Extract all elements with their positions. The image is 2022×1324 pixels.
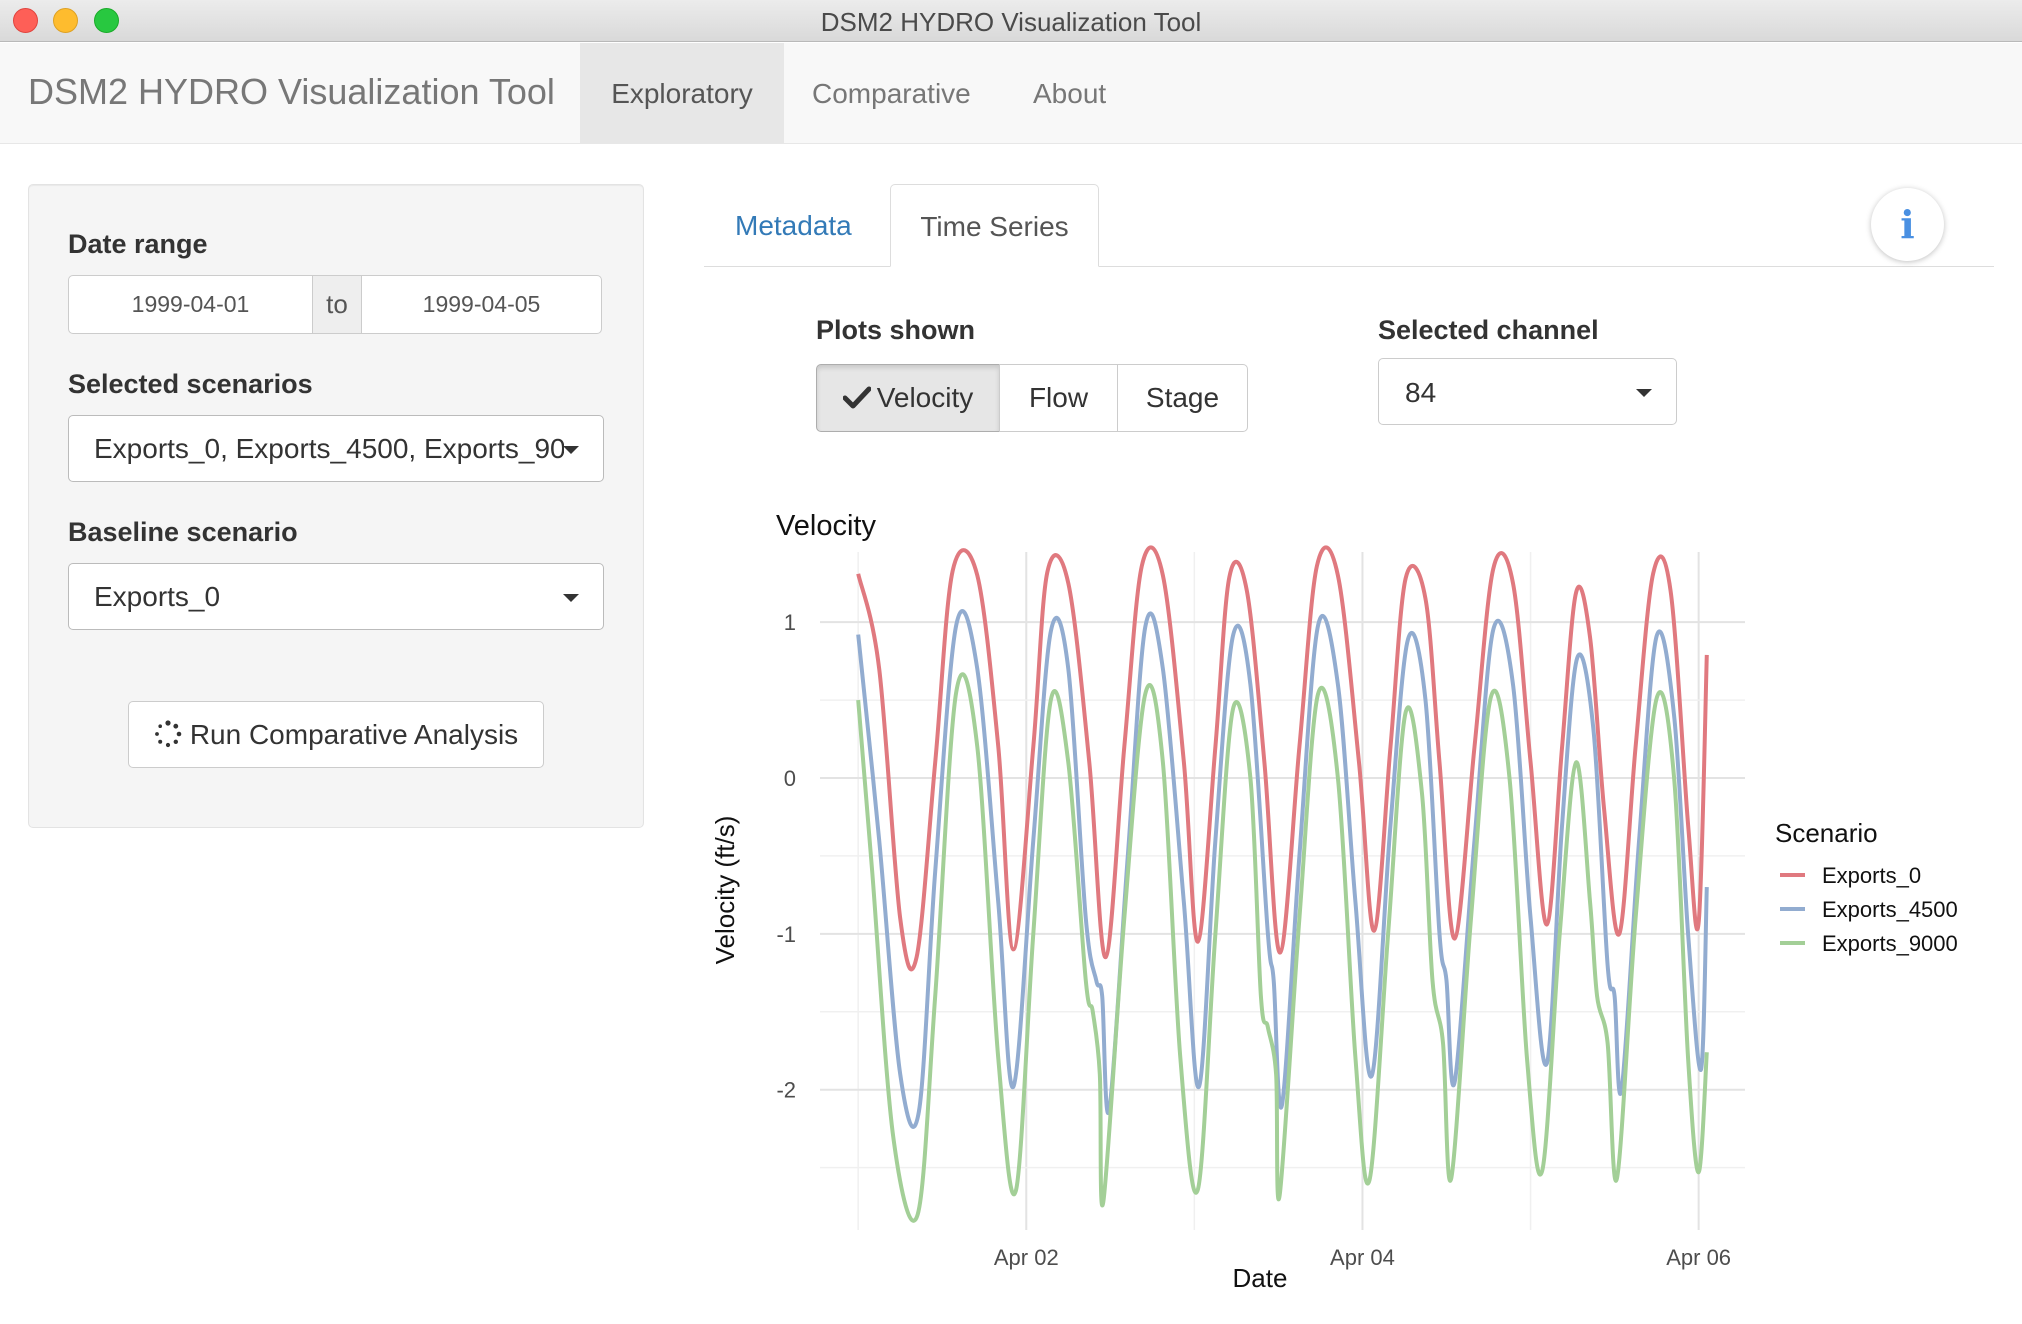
- selected-scenarios-label: Selected scenarios: [68, 369, 313, 399]
- plot-velocity-label: Velocity: [876, 382, 974, 413]
- velocity-chart: -2 -1 0 1 Apr 02 Apr 04 Apr 06 Velocity Date V…: [700, 490, 2022, 1310]
- plot-flow-toggle[interactable]: Flow: [999, 364, 1118, 432]
- legend-title: Scenario: [1775, 818, 1878, 848]
- run-button-label: Run Comparative Analysis: [189, 719, 519, 750]
- chart-legend: Scenario Exports_0 Exports_4500 Exports_90…: [1775, 818, 1958, 956]
- info-icon: i: [1900, 202, 1915, 247]
- velocity-chart-svg: -2 -1 0 1 Apr 02 Apr 04 Apr 06 Velocity Date V…: [710, 510, 1958, 1293]
- selected-channel-select[interactable]: 84: [1378, 358, 1677, 425]
- baseline-scenario-select[interactable]: Exports_0: [68, 563, 604, 630]
- plot-stage-toggle[interactable]: Stage: [1117, 364, 1248, 432]
- y-tick-label: -2: [776, 1078, 796, 1103]
- baseline-scenario-label: Baseline scenario: [68, 517, 298, 547]
- y-tick-label: -1: [776, 922, 796, 947]
- info-button[interactable]: i: [1871, 188, 1944, 261]
- chart-series: [856, 545, 1709, 1223]
- window-titlebar: DSM2 HYDRO Visualization Tool: [0, 0, 2022, 42]
- navbar: DSM2 HYDRO Visualization Tool Explorator…: [0, 43, 2022, 144]
- legend-label: Exports_0: [1822, 863, 1921, 888]
- selected-channel-value: 84: [1405, 377, 1437, 408]
- nav-tab-exploratory[interactable]: Exploratory: [580, 43, 784, 144]
- y-tick-label: 1: [784, 610, 796, 635]
- caret-down-icon: [563, 594, 579, 602]
- date-range-separator: to: [312, 275, 362, 334]
- date-end-input[interactable]: 1999-04-05: [361, 275, 602, 334]
- legend-label: Exports_4500: [1822, 897, 1958, 922]
- check-icon: [842, 386, 871, 409]
- x-tick-label: Apr 02: [994, 1245, 1059, 1270]
- baseline-scenario-value: Exports_0: [94, 581, 221, 612]
- nav-tab-about[interactable]: About: [1033, 43, 1106, 144]
- legend-label: Exports_9000: [1822, 931, 1958, 956]
- caret-down-icon: [563, 446, 579, 454]
- date-range-label: Date range: [68, 229, 208, 259]
- spinner-icon: [154, 720, 182, 747]
- caret-down-icon: [1636, 389, 1652, 397]
- nav-tab-comparative[interactable]: Comparative: [812, 43, 971, 144]
- selected-scenarios-select[interactable]: Exports_0, Exports_4500, Exports_9000: [68, 415, 604, 482]
- plots-shown-label: Plots shown: [816, 315, 976, 345]
- x-tick-label: Apr 06: [1666, 1245, 1731, 1270]
- x-tick-label: Apr 04: [1330, 1245, 1395, 1270]
- plot-velocity-toggle[interactable]: Velocity: [816, 364, 1000, 432]
- tab-metadata[interactable]: Metadata: [735, 184, 852, 267]
- selected-channel-label: Selected channel: [1378, 315, 1599, 345]
- chart-x-axis-label: Date: [1233, 1263, 1288, 1293]
- selected-scenarios-value: Exports_0, Exports_4500, Exports_9000: [94, 433, 564, 464]
- chart-grid: [820, 552, 1745, 1230]
- y-tick-label: 0: [784, 766, 796, 791]
- tab-time-series[interactable]: Time Series: [890, 184, 1099, 267]
- window-title: DSM2 HYDRO Visualization Tool: [820, 7, 1202, 37]
- chart-title: Velocity: [776, 510, 876, 542]
- chart-y-axis-label: Velocity (ft/s): [710, 816, 740, 965]
- run-comparative-analysis-button[interactable]: Run Comparative Analysis: [128, 701, 544, 768]
- navbar-brand[interactable]: DSM2 HYDRO Visualization Tool: [28, 71, 555, 113]
- date-start-input[interactable]: 1999-04-01: [68, 275, 313, 334]
